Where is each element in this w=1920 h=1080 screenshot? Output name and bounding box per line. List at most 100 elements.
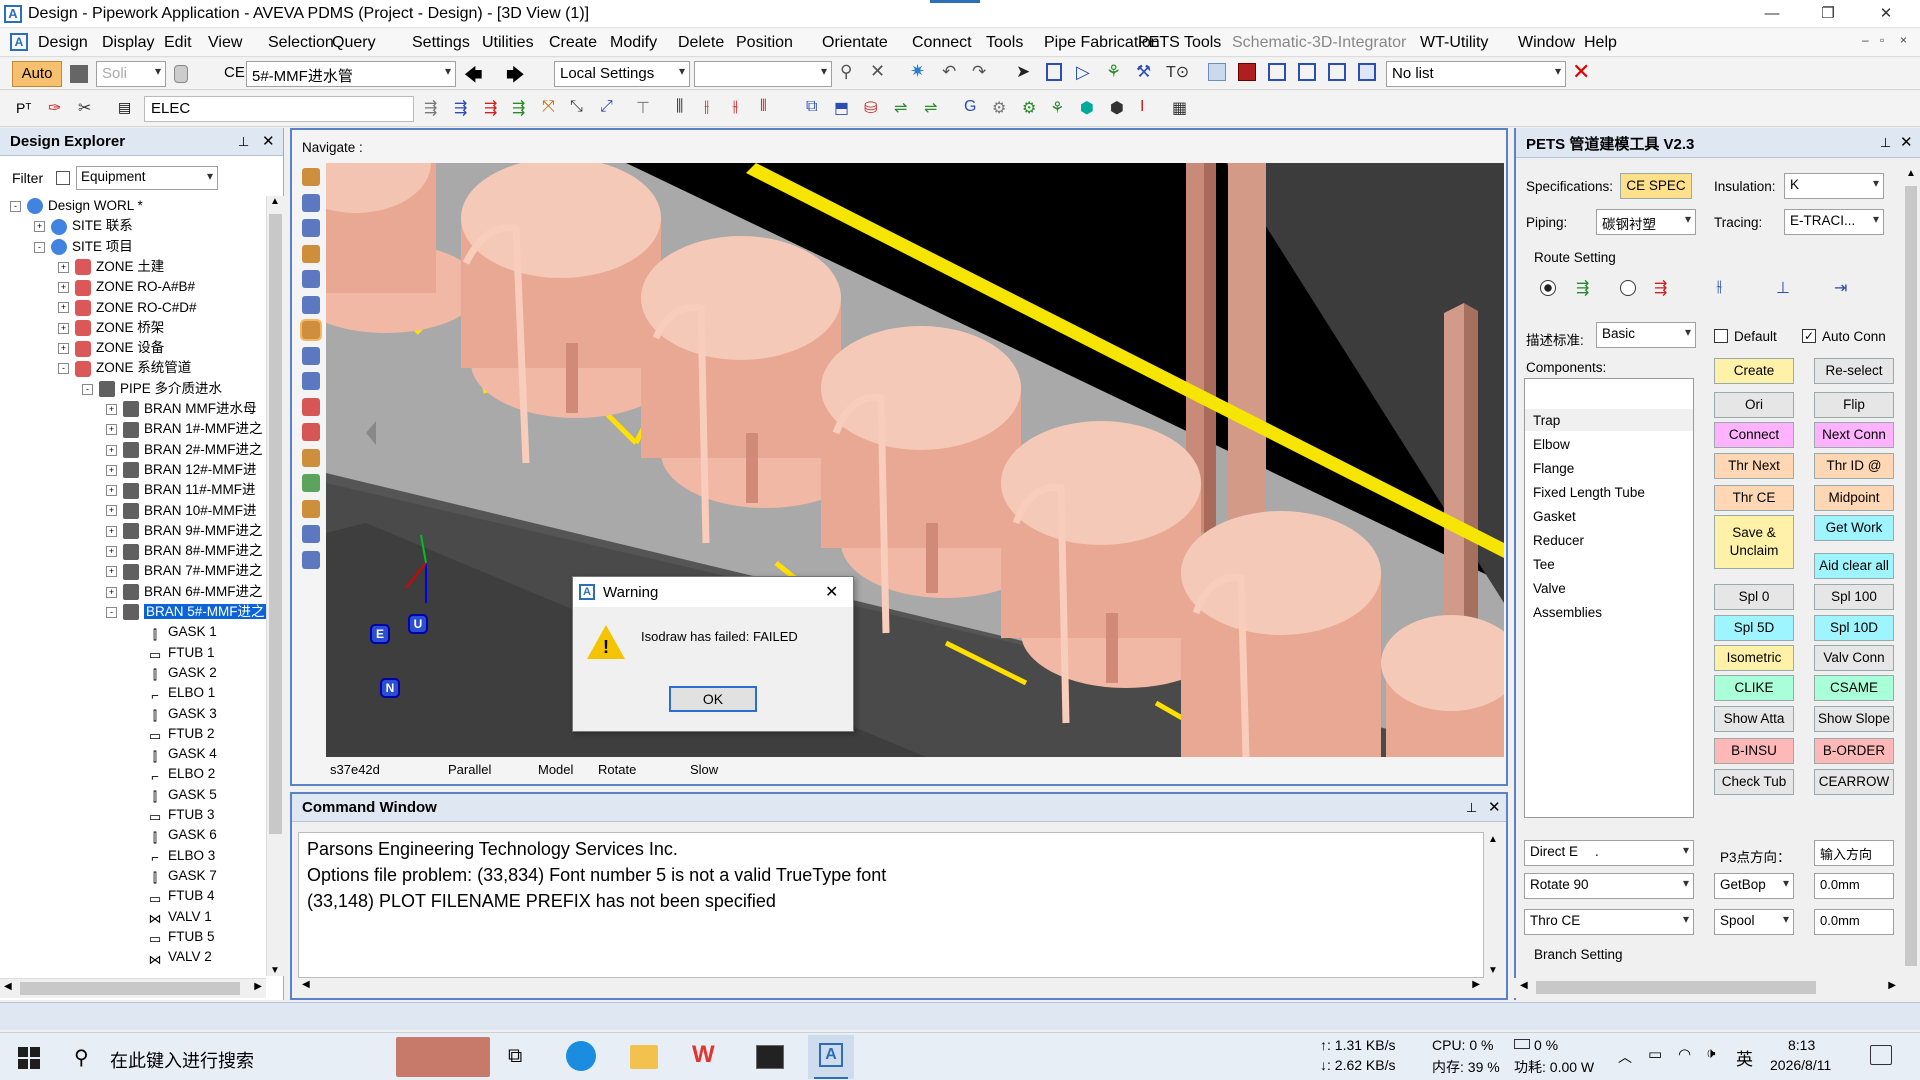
tree-node-valv[interactable]: ⋈ VALV 1 [130,907,212,927]
tree-node-elbo[interactable]: ⌐ ELBO 3 [130,846,215,866]
battery-tray-icon[interactable]: ▭ [1648,1045,1662,1063]
pets-vscroll[interactable]: ▲ [1902,168,1920,978]
tree-node-bran[interactable]: + BRAN 12#-MMF进 [106,460,257,480]
expand-icon[interactable]: + [106,424,117,436]
tree-node-zone[interactable]: + ZONE RO-C#D# [58,298,197,318]
components-list[interactable]: Trap Elbow Flange Fixed Length Tube Gasket Re… [1524,378,1694,818]
pets-btn-save-unclaim[interactable]: Save & Unclaim [1714,515,1794,569]
component-item[interactable]: Reducer [1533,533,1584,548]
edge-icon[interactable] [566,1041,596,1071]
pin-icon[interactable]: ⊥ [238,134,249,150]
pets-btn-check-tub[interactable]: Check Tub [1714,769,1794,795]
menu-schematic-3d-integrator[interactable]: Schematic-3D-Integrator [1232,34,1406,52]
pets-close-icon[interactable]: ✕ [1900,133,1913,151]
toolbar2-icon-24[interactable]: I [1140,98,1144,116]
pdms-taskbar-item[interactable]: A [808,1035,854,1079]
pets-hscroll[interactable]: ◀ ▶ [1514,978,1902,998]
filter-combo[interactable]: Equipment ▾ [76,166,218,190]
spool-field[interactable]: 0.0mm [1814,909,1894,935]
tree-node-bran[interactable]: + BRAN 7#-MMF进之 [106,561,263,581]
route-icon-4[interactable]: ⊥ [1776,278,1790,298]
mdi-restore-icon[interactable]: ▫ [1880,33,1884,47]
task-view-icon[interactable]: ⧉ [508,1045,522,1068]
pin-tool-icon[interactable]: ✑ [48,98,61,118]
pets-pin-icon[interactable]: ⊥ [1880,135,1891,151]
toolbar2-icon-11[interactable]: ⫳ [732,98,739,116]
menu-window[interactable]: Window [1518,34,1575,52]
restore-button[interactable]: ❐ [1800,0,1856,28]
tree-node-gask[interactable]: ⫿ GASK 2 [130,663,217,683]
tree-node-site[interactable]: - SITE 项目 [34,237,133,257]
cylinder-icon[interactable] [174,65,188,83]
tool-icon[interactable]: ⚒ [1136,62,1151,82]
tree-node-bran[interactable]: + BRAN 9#-MMF进之 [106,521,263,541]
expand-icon[interactable]: + [58,261,69,273]
ce-combo[interactable]: 5#-MMF进水管 ▾ [246,61,456,87]
route-icon-5[interactable]: ⇥ [1834,278,1847,298]
minimize-button[interactable]: — [1744,0,1800,28]
view-tool-icon-5[interactable] [302,270,320,288]
tree-node-elbo[interactable]: ⌐ ELBO 2 [130,764,215,784]
menu-settings[interactable]: Settings [412,34,470,52]
dialog-close-icon[interactable]: ✕ [825,582,838,602]
pets-btn-valv-conn[interactable]: Valv Conn [1814,645,1894,671]
tree-node-world[interactable]: - Design WORL * [10,196,143,216]
view-tool-icon-8[interactable] [302,346,320,365]
getbop-combo[interactable]: GetBop ▾ [1714,873,1794,899]
component-item[interactable]: Gasket [1533,509,1576,524]
autoconn-checkbox[interactable]: ✓ [1802,329,1816,343]
wifi-icon[interactable]: ◠ [1678,1045,1691,1063]
tree-node-bran[interactable]: + BRAN 8#-MMF进之 [106,541,263,561]
toolbar2-icon-15[interactable]: ⛁ [864,98,877,118]
toolbar2-icon-8[interactable]: ⊤ [636,98,650,118]
tree-node-ftub[interactable]: ▭ FTUB 2 [130,724,215,744]
sparkle-icon[interactable]: ✷ [910,61,925,82]
command-close-icon[interactable]: ✕ [1488,798,1501,816]
component-item[interactable]: Valve [1533,581,1566,596]
undo-icon[interactable]: ↶ [942,62,956,82]
toolbar2-icon-22[interactable]: ⬢ [1080,98,1094,118]
color-swatch[interactable] [70,65,88,83]
ce-spec-button[interactable]: CE SPEC [1620,173,1692,199]
pets-btn-aid-clear-all[interactable]: Aid clear all [1814,553,1894,579]
pets-btn-ori[interactable]: Ori [1714,392,1794,418]
collapse-icon[interactable]: - [82,383,93,395]
pets-btn-spl-5d[interactable]: Spl 5D [1714,615,1794,641]
pets-btn-get-work[interactable]: Get Work [1814,515,1894,541]
tree-node-bran[interactable]: + BRAN 11#-MMF进 [106,480,256,500]
tree-node-elbo[interactable]: ⌐ ELBO 1 [130,683,215,703]
tree-node-gask[interactable]: ⫿ GASK 5 [130,785,217,805]
menu-view[interactable]: View [208,34,242,52]
speaker-icon[interactable]: 🕩 [1706,1045,1715,1062]
notification-icon[interactable] [1870,1045,1892,1065]
tree-vscroll[interactable]: ▲ ▼ [266,196,284,976]
pipe-tool-icon[interactable]: Pᵀ [16,100,31,116]
terminal-icon[interactable] [756,1045,784,1069]
component-item[interactable]: Trap [1533,413,1560,428]
toolbar2-icon-20[interactable]: ⚙ [1022,98,1036,118]
ime-language[interactable]: 英 [1736,1045,1753,1070]
pets-btn-spl-10d[interactable]: Spl 10D [1814,615,1894,641]
tree-node-gask[interactable]: ⫿ GASK 7 [130,866,217,886]
list-icon[interactable] [1358,63,1376,81]
tree-node-valv[interactable]: ⋈ VALV 2 [130,947,212,967]
view-tool-icon-4[interactable] [302,244,320,263]
file-explorer-icon[interactable] [630,1045,658,1069]
tree-node-bran[interactable]: + BRAN 6#-MMF进之 [106,582,263,602]
collapse-icon[interactable]: - [34,241,45,253]
text-tool-icon[interactable]: T⊙ [1166,62,1189,82]
command-hscroll[interactable]: ◀ ▶ [298,978,1484,996]
tree-node-site[interactable]: + SITE 联系 [34,216,133,236]
route-icon-1[interactable]: ⇶ [1576,278,1589,298]
menu-wt-utility[interactable]: WT-Utility [1420,34,1488,52]
command-output[interactable]: Parsons Engineering Technology Services … [298,832,1484,978]
expand-icon[interactable]: + [58,322,69,334]
spool-combo[interactable]: Spool ▾ [1714,909,1794,935]
back-arrow-icon[interactable]: 🡄 [464,63,483,93]
pets-btn-thr-ce[interactable]: Thr CE [1714,485,1794,511]
pets-btn-midpoint[interactable]: Midpoint [1814,485,1894,511]
pets-btn-show-atta[interactable]: Show Atta [1714,706,1794,732]
route-icon-2[interactable]: ⇶ [1654,278,1667,298]
pets-btn-create[interactable]: Create [1714,358,1794,384]
desc-combo[interactable]: Basic ▾ [1596,322,1696,348]
